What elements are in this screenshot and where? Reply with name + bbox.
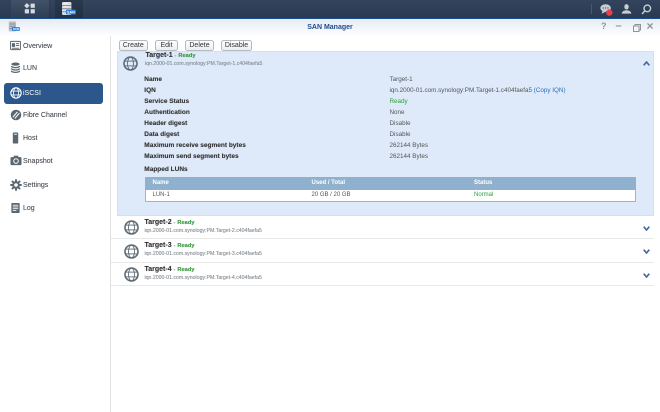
svg-text:SAN: SAN [67,10,75,14]
